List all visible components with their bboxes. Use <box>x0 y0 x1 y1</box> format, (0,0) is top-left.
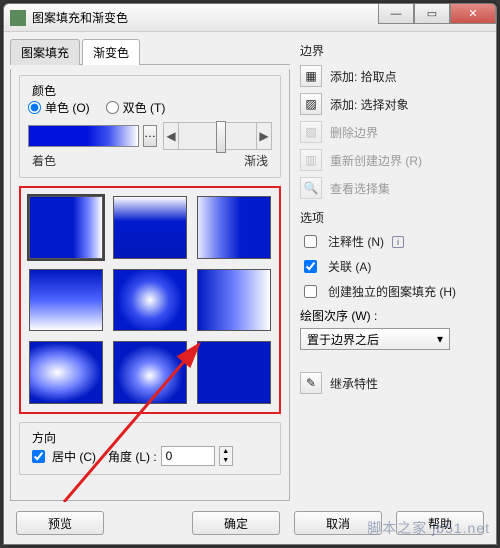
remove-boundaries-icon: ▧ <box>300 121 322 143</box>
gradient-preset-6[interactable] <box>197 269 271 332</box>
info-icon[interactable]: i <box>392 236 404 248</box>
eyedropper-icon: ✎ <box>300 372 322 394</box>
gradient-preset-1[interactable] <box>29 196 103 259</box>
associative-checkbox-input[interactable] <box>304 260 317 273</box>
centered-checkbox-input[interactable] <box>32 450 45 463</box>
draw-order-dropdown[interactable]: 置于边界之后 ▾ <box>300 328 450 350</box>
color-swatch[interactable] <box>28 125 139 147</box>
ok-button[interactable]: 确定 <box>192 511 280 535</box>
pick-points-icon: ▦ <box>300 65 322 87</box>
dialog-window: 图案填充和渐变色 — ▭ ✕ 图案填充 渐变色 颜色 单色 (O) <box>3 3 497 545</box>
titlebar[interactable]: 图案填充和渐变色 — ▭ ✕ <box>4 4 496 32</box>
right-pane: 边界 ▦ 添加: 拾取点 ▨ 添加: 选择对象 ▧ 删除边界 ▥ 重新创建边界 … <box>290 38 490 538</box>
radio-single-color[interactable]: 单色 (O) <box>28 99 90 116</box>
independent-checkbox-input[interactable] <box>304 285 317 298</box>
radio-two-color[interactable]: 双色 (T) <box>106 99 166 116</box>
centered-checkbox[interactable]: 居中 (C) <box>28 447 96 466</box>
annotative-checkbox[interactable]: 注释性 (N) i <box>300 232 490 251</box>
recreate-boundary: ▥ 重新创建边界 (R) <box>300 149 490 171</box>
associative-checkbox[interactable]: 关联 (A) <box>300 257 490 276</box>
gradient-panel: 颜色 单色 (O) 双色 (T) … <box>10 69 290 501</box>
minimize-button[interactable]: — <box>378 4 414 24</box>
radio-single-color-input[interactable] <box>28 101 41 114</box>
draw-order-label: 绘图次序 (W) : <box>300 307 490 324</box>
window-title: 图案填充和渐变色 <box>32 9 128 26</box>
close-button[interactable]: ✕ <box>450 4 496 24</box>
app-icon <box>10 10 26 26</box>
preview-button[interactable]: 预览 <box>16 511 104 535</box>
angle-input[interactable] <box>161 446 215 466</box>
direction-group: 方向 居中 (C) 角度 (L) : ▲▼ <box>19 422 281 475</box>
remove-boundaries: ▧ 删除边界 <box>300 121 490 143</box>
shade-label-right: 渐浅 <box>244 152 268 169</box>
view-selection: 🔍 查看选择集 <box>300 177 490 199</box>
add-pick-points[interactable]: ▦ 添加: 拾取点 <box>300 65 490 87</box>
annotative-checkbox-input[interactable] <box>304 235 317 248</box>
angle-spinner[interactable]: ▲▼ <box>219 446 233 466</box>
select-objects-icon: ▨ <box>300 93 322 115</box>
boundary-header: 边界 <box>300 42 490 59</box>
shade-label-left: 着色 <box>32 152 56 169</box>
radio-two-color-input[interactable] <box>106 101 119 114</box>
shade-slider[interactable] <box>179 122 256 150</box>
gradient-preset-7[interactable] <box>29 341 103 404</box>
gradient-preset-8[interactable] <box>113 341 187 404</box>
tab-gradient[interactable]: 渐变色 <box>82 39 140 65</box>
watermark: 脚本之家 jb51.net <box>367 518 490 538</box>
gradient-preset-4[interactable] <box>29 269 103 332</box>
gradient-preset-9[interactable] <box>197 341 271 404</box>
maximize-button[interactable]: ▭ <box>414 4 450 24</box>
shade-left-button[interactable]: ◀ <box>163 122 179 150</box>
tab-pattern-fill[interactable]: 图案填充 <box>10 39 80 65</box>
options-header: 选项 <box>300 209 490 226</box>
independent-checkbox[interactable]: 创建独立的图案填充 (H) <box>300 282 490 301</box>
color-group-label: 颜色 <box>28 82 60 99</box>
gradient-preset-3[interactable] <box>197 196 271 259</box>
chevron-down-icon: ▾ <box>437 332 443 346</box>
recreate-boundary-icon: ▥ <box>300 149 322 171</box>
dialog-body: 图案填充 渐变色 颜色 单色 (O) 双色 (T) <box>4 32 496 544</box>
tab-bar: 图案填充 渐变色 <box>10 38 290 65</box>
view-selection-icon: 🔍 <box>300 177 322 199</box>
gradient-preset-5[interactable] <box>113 269 187 332</box>
gradient-preset-2[interactable] <box>113 196 187 259</box>
gradient-preset-grid <box>19 186 281 414</box>
inherit-properties[interactable]: ✎ 继承特性 <box>300 372 490 394</box>
color-group: 颜色 单色 (O) 双色 (T) … <box>19 75 281 178</box>
add-select-objects[interactable]: ▨ 添加: 选择对象 <box>300 93 490 115</box>
shade-right-button[interactable]: ▶ <box>256 122 272 150</box>
direction-group-label: 方向 <box>28 429 60 446</box>
angle-label: 角度 (L) : <box>108 448 157 465</box>
color-picker-button[interactable]: … <box>143 125 157 147</box>
